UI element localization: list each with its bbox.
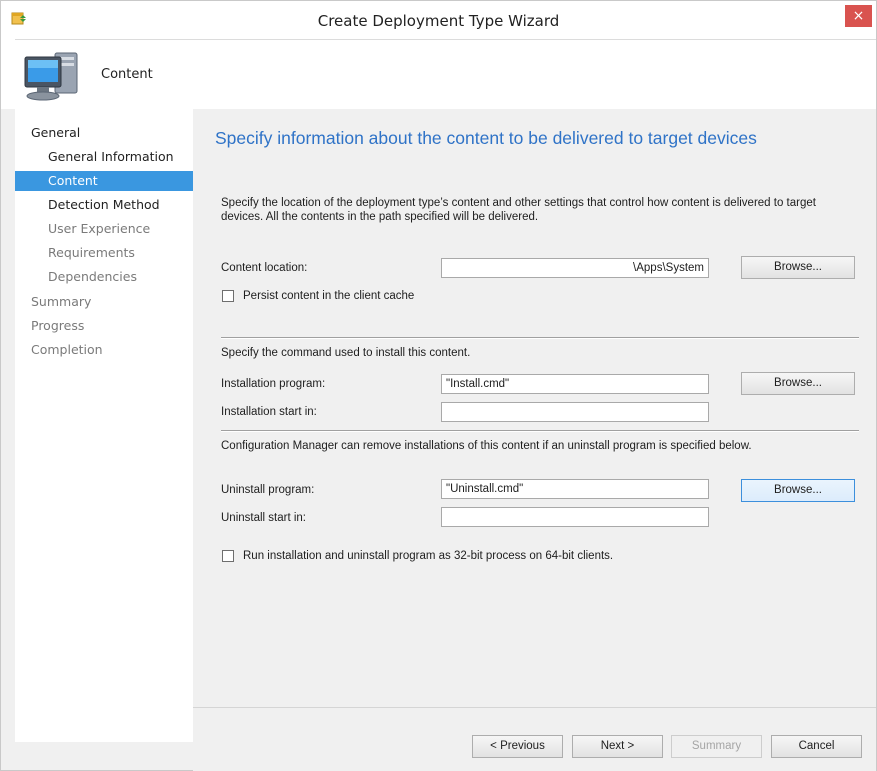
- run-32bit-checkbox[interactable]: [222, 550, 234, 562]
- content-page: Specify information about the content to…: [193, 109, 876, 707]
- previous-button[interactable]: < Previous: [472, 735, 563, 758]
- persist-cache-label: Persist content in the client cache: [243, 290, 415, 302]
- uninstall-start-in-field[interactable]: [441, 507, 709, 527]
- header-band: Content: [1, 39, 876, 109]
- divider: [221, 338, 859, 339]
- page-heading: Specify information about the content to…: [215, 128, 757, 148]
- close-button[interactable]: ×: [845, 5, 872, 27]
- installation-start-in-label: Installation start in:: [221, 406, 317, 418]
- content-location-label: Content location:: [221, 262, 308, 274]
- content-location-browse-button[interactable]: Browse...: [741, 256, 855, 279]
- nav-item-user-experience: User Experience: [48, 221, 151, 236]
- nav-item-detection-method[interactable]: Detection Method: [15, 195, 193, 215]
- wizard-footer: < Previous Next > Summary Cancel: [193, 707, 876, 771]
- persist-cache-checkbox[interactable]: [222, 290, 234, 302]
- run-32bit-label: Run installation and uninstall program a…: [243, 550, 614, 562]
- cancel-button[interactable]: Cancel: [771, 735, 862, 758]
- installation-program-field[interactable]: "Install.cmd": [441, 374, 709, 394]
- computer-icon: [24, 52, 78, 101]
- title-bar: Create Deployment Type Wizard ×: [1, 1, 876, 39]
- uninstall-section-text: Configuration Manager can remove install…: [221, 440, 752, 452]
- nav-item-dependencies: Dependencies: [48, 269, 137, 284]
- wizard-step-nav: General General Information Content Dete…: [15, 109, 193, 742]
- nav-item-general[interactable]: General: [15, 123, 193, 143]
- content-location-field[interactable]: \Apps\System: [441, 258, 709, 278]
- footer-divider: [193, 707, 876, 708]
- next-button[interactable]: Next >: [572, 735, 663, 758]
- nav-item-content[interactable]: Content: [15, 171, 193, 191]
- install-section-text: Specify the command used to install this…: [221, 347, 471, 359]
- uninstall-program-label: Uninstall program:: [221, 484, 315, 496]
- uninstall-start-in-label: Uninstall start in:: [221, 512, 307, 524]
- uninstall-program-browse-button[interactable]: Browse...: [741, 479, 855, 502]
- summary-button: Summary: [671, 735, 762, 758]
- nav-item-progress: Progress: [31, 318, 85, 333]
- header-page-name: Content: [101, 67, 153, 82]
- installation-program-browse-button[interactable]: Browse...: [741, 372, 855, 395]
- uninstall-program-field[interactable]: "Uninstall.cmd": [441, 479, 709, 499]
- window-title: Create Deployment Type Wizard: [317, 12, 560, 30]
- wizard-window: Create Deployment Type Wizard × Content …: [0, 0, 877, 771]
- nav-item-requirements: Requirements: [48, 245, 135, 260]
- nav-item-completion: Completion: [31, 342, 103, 357]
- page-description: Specify the location of the deployment t…: [221, 197, 816, 223]
- installation-program-label: Installation program:: [221, 378, 326, 390]
- installation-start-in-field[interactable]: [441, 402, 709, 422]
- header-divider: [15, 39, 876, 40]
- close-icon: ×: [852, 8, 865, 24]
- nav-item-general-information[interactable]: General Information: [15, 147, 193, 167]
- divider: [221, 431, 859, 432]
- nav-item-summary: Summary: [31, 294, 92, 309]
